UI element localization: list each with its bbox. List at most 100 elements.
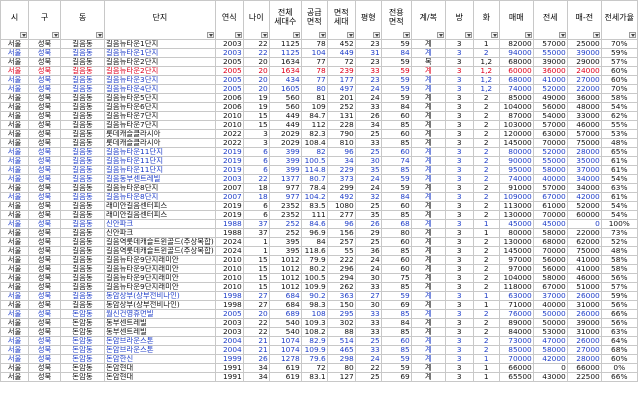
table-cell[interactable]: 39000 (566, 318, 602, 328)
table-cell[interactable]: 24 (354, 93, 382, 103)
table-cell[interactable]: 62% (600, 111, 638, 121)
table-cell[interactable]: 34000 (566, 174, 602, 184)
table-cell[interactable]: 59 (380, 363, 412, 373)
table-cell[interactable]: 70000 (532, 138, 568, 148)
table-cell[interactable]: 길음뉴타운1단지 (104, 39, 216, 49)
table-cell[interactable]: 3 (444, 363, 474, 373)
filter-dropdown-icon[interactable] (292, 32, 300, 38)
table-cell[interactable]: 60% (600, 66, 638, 76)
table-cell[interactable]: 55 (326, 246, 356, 256)
table-cell[interactable]: 길음동 (60, 165, 105, 175)
table-cell[interactable]: 60 (380, 237, 412, 247)
table-cell[interactable]: 58% (600, 264, 638, 274)
table-cell[interactable]: 3 (444, 66, 474, 76)
table-cell[interactable]: 계 (410, 183, 446, 193)
table-cell[interactable]: 74000 (498, 174, 534, 184)
table-cell[interactable]: 98.3 (300, 300, 328, 310)
table-cell[interactable]: 길음뉴타운7단지 (104, 111, 216, 121)
table-cell[interactable]: 104.2 (300, 192, 328, 202)
table-cell[interactable]: 복 (410, 57, 446, 67)
table-cell[interactable]: 계 (410, 129, 446, 139)
table-cell[interactable]: 100% (600, 219, 638, 229)
table-cell[interactable]: 25 (354, 336, 382, 346)
table-cell[interactable]: 26000 (566, 309, 602, 319)
table-cell[interactable]: 길음동 (60, 93, 105, 103)
table-cell[interactable]: 54% (600, 102, 638, 112)
table-cell[interactable]: 399 (268, 156, 302, 166)
table-cell[interactable]: 2 (472, 102, 500, 112)
table-cell[interactable]: 67000 (532, 192, 568, 202)
table-cell[interactable]: 서울 (0, 345, 29, 355)
table-cell[interactable]: 145000 (498, 246, 534, 256)
table-cell[interactable]: 24 (354, 255, 382, 265)
table-cell[interactable]: 399 (268, 147, 302, 157)
table-cell[interactable]: 20 (242, 309, 270, 319)
table-cell[interactable]: 56000 (532, 255, 568, 265)
table-cell[interactable]: 2 (472, 93, 500, 103)
table-cell[interactable]: 100.5 (300, 156, 328, 166)
table-cell[interactable]: 동암상부(상부전비나인) (104, 300, 216, 310)
table-cell[interactable]: 3 (444, 291, 474, 301)
table-cell[interactable]: 길음동 (60, 237, 105, 247)
table-cell[interactable]: 24 (354, 183, 382, 193)
table-cell[interactable]: 2007 (214, 183, 244, 193)
table-cell[interactable]: 72 (300, 363, 328, 373)
table-cell[interactable]: 28000 (566, 354, 602, 364)
table-cell[interactable]: 2352 (268, 201, 302, 211)
table-cell[interactable]: 길음뉴타운9단지래미안 (104, 255, 216, 265)
table-cell[interactable]: 3 (444, 264, 474, 274)
table-cell[interactable]: 52000 (532, 84, 568, 94)
table-cell[interactable]: 76000 (498, 309, 534, 319)
table-cell[interactable]: 1998 (214, 300, 244, 310)
table-cell[interactable]: 59 (380, 93, 412, 103)
table-cell[interactable]: 59 (380, 291, 412, 301)
table-cell[interactable]: 70000 (532, 210, 568, 220)
table-cell[interactable]: 돈암한신 (104, 354, 216, 364)
table-cell[interactable]: 27 (354, 291, 382, 301)
table-cell[interactable]: 60000 (498, 66, 534, 76)
table-cell[interactable]: 3 (444, 120, 474, 130)
table-cell[interactable]: 449 (268, 111, 302, 121)
table-cell[interactable]: 2 (472, 210, 500, 220)
table-cell[interactable]: 56% (600, 318, 638, 328)
table-cell[interactable]: 길음뉴타운4단지 (104, 84, 216, 94)
table-cell[interactable]: 2004 (214, 345, 244, 355)
table-cell[interactable]: 돈암동 (60, 309, 105, 319)
table-cell[interactable]: 성북 (28, 237, 61, 247)
table-cell[interactable]: 112 (300, 120, 328, 130)
table-cell[interactable]: 길음동 (60, 174, 105, 184)
table-cell[interactable]: 77 (300, 75, 328, 85)
table-cell[interactable]: 3 (444, 102, 474, 112)
filter-dropdown-icon[interactable] (206, 32, 214, 38)
table-cell[interactable]: 75000 (566, 246, 602, 256)
table-cell[interactable]: 1 (472, 300, 500, 310)
table-cell[interactable]: 69 (380, 372, 412, 382)
table-cell[interactable]: 2019 (214, 201, 244, 211)
table-cell[interactable]: 계 (410, 111, 446, 121)
table-cell[interactable]: 1634 (268, 57, 302, 67)
table-cell[interactable]: 길음동 (60, 147, 105, 157)
table-cell[interactable]: 24000 (566, 66, 602, 76)
table-cell[interactable]: 55% (600, 120, 638, 130)
table-cell[interactable]: 88 (326, 327, 356, 337)
table-cell[interactable]: 83.1 (300, 372, 328, 382)
table-cell[interactable]: 63% (600, 327, 638, 337)
table-cell[interactable]: 계 (410, 120, 446, 130)
table-cell[interactable]: 73% (600, 228, 638, 238)
table-cell[interactable]: 59 (380, 183, 412, 193)
table-cell[interactable]: 60% (600, 75, 638, 85)
table-cell[interactable]: 109.3 (300, 318, 328, 328)
table-cell[interactable]: 길음동 (60, 75, 105, 85)
table-cell[interactable]: 790 (326, 129, 356, 139)
table-cell[interactable]: 서울 (0, 183, 29, 193)
table-cell[interactable]: 47000 (532, 336, 568, 346)
table-cell[interactable]: 56000 (532, 102, 568, 112)
table-cell[interactable]: 3 (444, 93, 474, 103)
table-cell[interactable]: 성북 (28, 282, 61, 292)
table-cell[interactable]: 30 (354, 156, 382, 166)
table-cell[interactable]: 계 (410, 309, 446, 319)
table-cell[interactable]: 104 (300, 48, 328, 58)
table-cell[interactable]: 619 (268, 372, 302, 382)
table-cell[interactable]: 82.9 (300, 336, 328, 346)
table-cell[interactable]: 길음동 (60, 120, 105, 130)
